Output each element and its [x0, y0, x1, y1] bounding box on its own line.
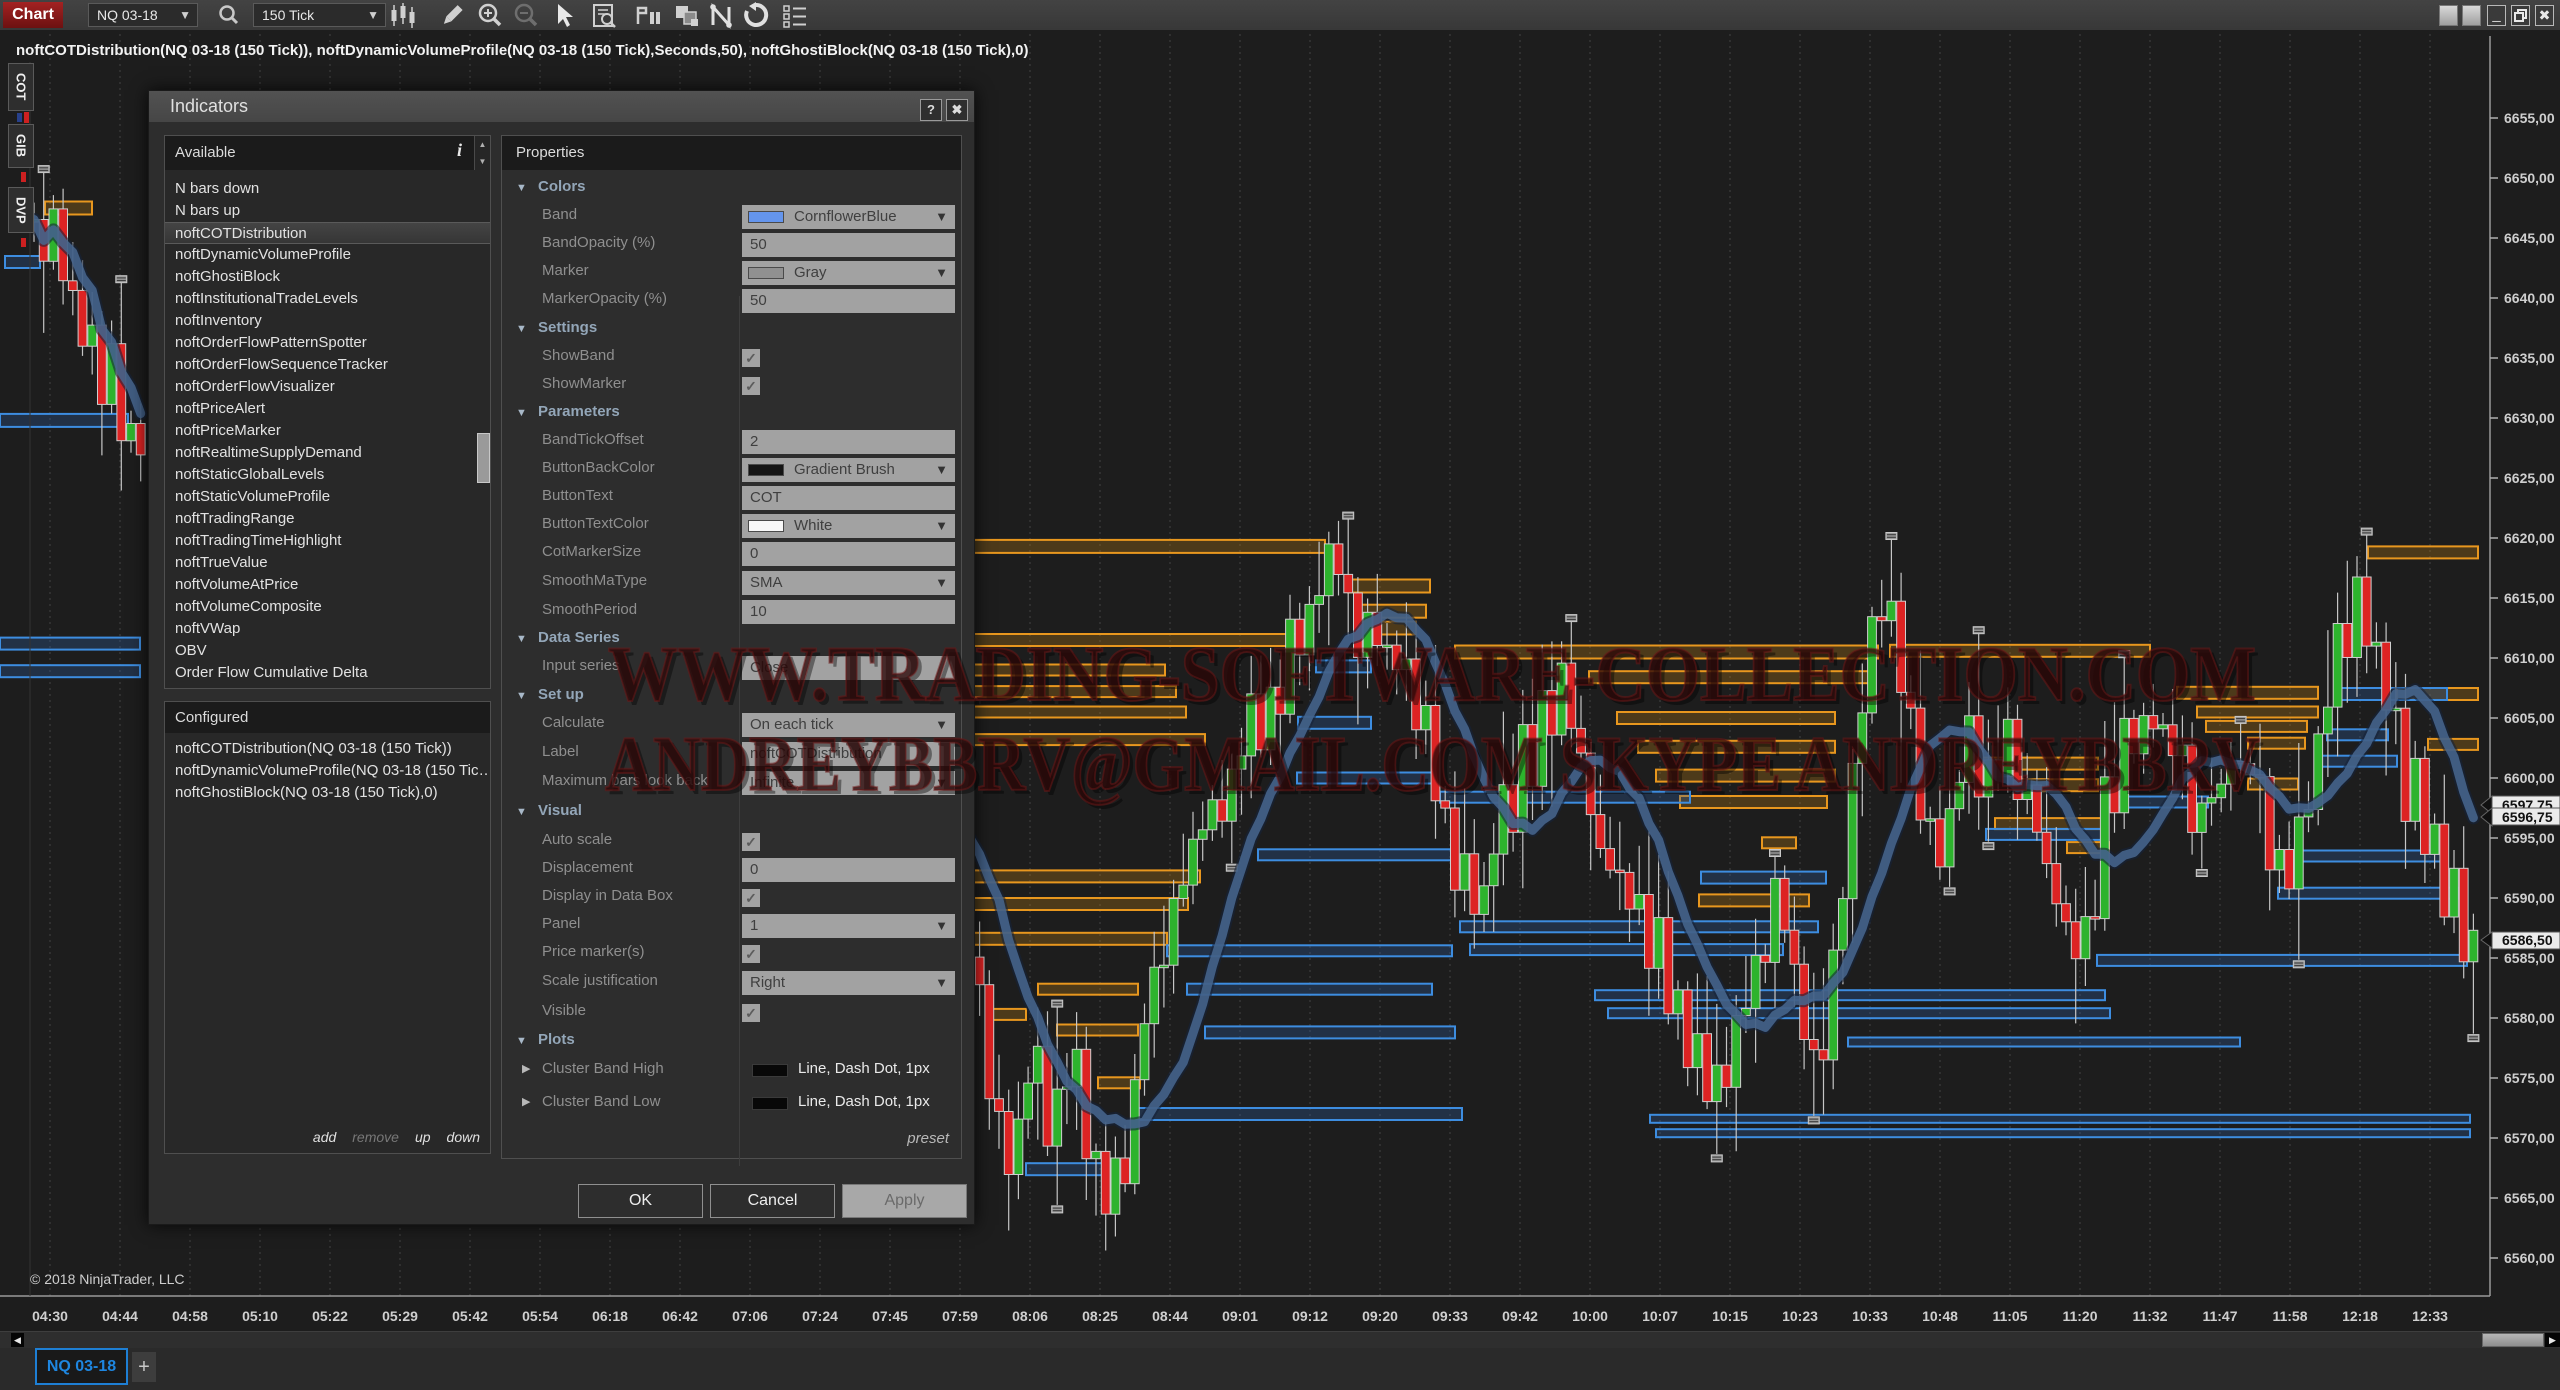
- svg-text:05:42: 05:42: [452, 1308, 488, 1324]
- svg-text:08:25: 08:25: [1082, 1308, 1118, 1324]
- svg-text:6655,00: 6655,00: [2504, 110, 2555, 126]
- svg-text:6620,00: 6620,00: [2504, 530, 2555, 546]
- svg-text:12:18: 12:18: [2342, 1308, 2378, 1324]
- svg-text:09:42: 09:42: [1502, 1308, 1538, 1324]
- svg-text:05:10: 05:10: [242, 1308, 278, 1324]
- svg-text:07:06: 07:06: [732, 1308, 768, 1324]
- svg-text:6650,00: 6650,00: [2504, 170, 2555, 186]
- svg-text:09:20: 09:20: [1362, 1308, 1398, 1324]
- svg-text:09:01: 09:01: [1222, 1308, 1258, 1324]
- svg-text:6640,00: 6640,00: [2504, 290, 2555, 306]
- svg-text:05:22: 05:22: [312, 1308, 348, 1324]
- svg-text:10:23: 10:23: [1782, 1308, 1818, 1324]
- svg-text:12:33: 12:33: [2412, 1308, 2448, 1324]
- svg-text:11:20: 11:20: [2062, 1308, 2097, 1324]
- svg-text:04:30: 04:30: [32, 1308, 68, 1324]
- svg-text:6610,00: 6610,00: [2504, 650, 2555, 666]
- svg-text:6635,00: 6635,00: [2504, 350, 2555, 366]
- svg-text:6575,00: 6575,00: [2504, 1070, 2555, 1086]
- svg-text:09:12: 09:12: [1292, 1308, 1328, 1324]
- svg-text:05:54: 05:54: [522, 1308, 558, 1324]
- svg-text:6625,00: 6625,00: [2504, 470, 2555, 486]
- svg-text:11:47: 11:47: [2202, 1308, 2237, 1324]
- svg-text:10:00: 10:00: [1572, 1308, 1608, 1324]
- svg-text:11:32: 11:32: [2132, 1308, 2167, 1324]
- svg-text:07:59: 07:59: [942, 1308, 978, 1324]
- svg-text:10:07: 10:07: [1642, 1308, 1678, 1324]
- svg-text:07:24: 07:24: [802, 1308, 838, 1324]
- svg-text:6595,00: 6595,00: [2504, 830, 2555, 846]
- svg-text:07:45: 07:45: [872, 1308, 908, 1324]
- svg-text:6645,00: 6645,00: [2504, 230, 2555, 246]
- svg-text:6590,00: 6590,00: [2504, 890, 2555, 906]
- svg-text:09:33: 09:33: [1432, 1308, 1468, 1324]
- svg-text:08:06: 08:06: [1012, 1308, 1048, 1324]
- svg-text:6570,00: 6570,00: [2504, 1130, 2555, 1146]
- svg-text:6615,00: 6615,00: [2504, 590, 2555, 606]
- svg-text:6596,75: 6596,75: [2502, 809, 2553, 825]
- svg-text:08:44: 08:44: [1152, 1308, 1188, 1324]
- svg-text:06:42: 06:42: [662, 1308, 698, 1324]
- svg-text:6560,00: 6560,00: [2504, 1250, 2555, 1266]
- svg-text:10:15: 10:15: [1712, 1308, 1748, 1324]
- svg-text:05:29: 05:29: [382, 1308, 418, 1324]
- svg-text:6600,00: 6600,00: [2504, 770, 2555, 786]
- svg-text:10:33: 10:33: [1852, 1308, 1888, 1324]
- svg-text:04:44: 04:44: [102, 1308, 138, 1324]
- svg-text:10:48: 10:48: [1922, 1308, 1958, 1324]
- svg-text:6580,00: 6580,00: [2504, 1010, 2555, 1026]
- svg-text:6586,50: 6586,50: [2502, 932, 2553, 948]
- svg-text:11:05: 11:05: [1992, 1308, 2027, 1324]
- svg-text:6585,00: 6585,00: [2504, 950, 2555, 966]
- svg-text:6630,00: 6630,00: [2504, 410, 2555, 426]
- svg-text:6565,00: 6565,00: [2504, 1190, 2555, 1206]
- svg-text:04:58: 04:58: [172, 1308, 208, 1324]
- svg-text:6605,00: 6605,00: [2504, 710, 2555, 726]
- svg-text:11:58: 11:58: [2272, 1308, 2307, 1324]
- svg-text:06:18: 06:18: [592, 1308, 628, 1324]
